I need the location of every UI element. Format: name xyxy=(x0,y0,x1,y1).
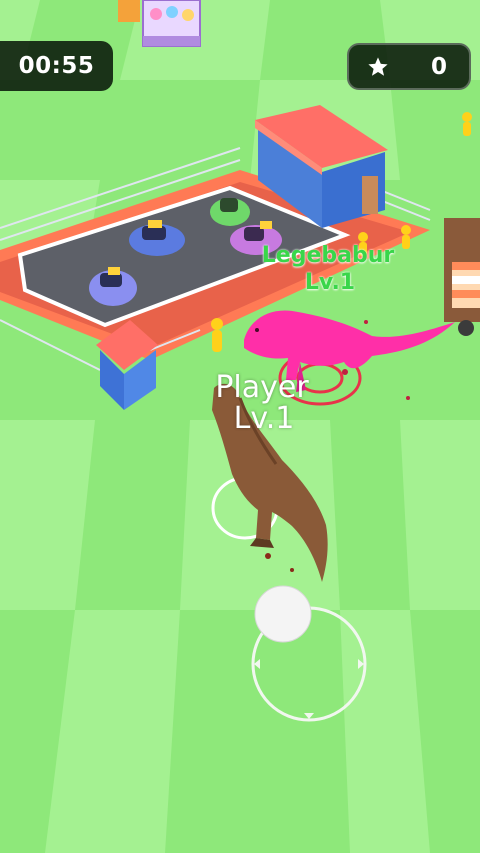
bystander-4 xyxy=(211,318,223,352)
bystander-3 xyxy=(401,225,411,249)
star-icon xyxy=(367,56,389,78)
timer-text: 00:55 xyxy=(18,53,95,79)
enemy-level-label: Lv.1 xyxy=(304,270,356,295)
bumper-car-green xyxy=(210,198,250,226)
food-truck xyxy=(444,218,480,336)
bystander-1 xyxy=(462,112,472,136)
score-panel: 0 xyxy=(347,43,471,90)
match-timer: 00:55 xyxy=(0,41,113,91)
score-value: 0 xyxy=(430,53,447,80)
enemy-name-label: Legebabur xyxy=(261,243,395,268)
game-viewport[interactable]: 00:55 0 Legebabur Lv.1 Player Lv.1 xyxy=(0,0,480,853)
player-name-label: Player xyxy=(215,370,309,405)
player-level-label: Lv.1 xyxy=(233,401,295,436)
